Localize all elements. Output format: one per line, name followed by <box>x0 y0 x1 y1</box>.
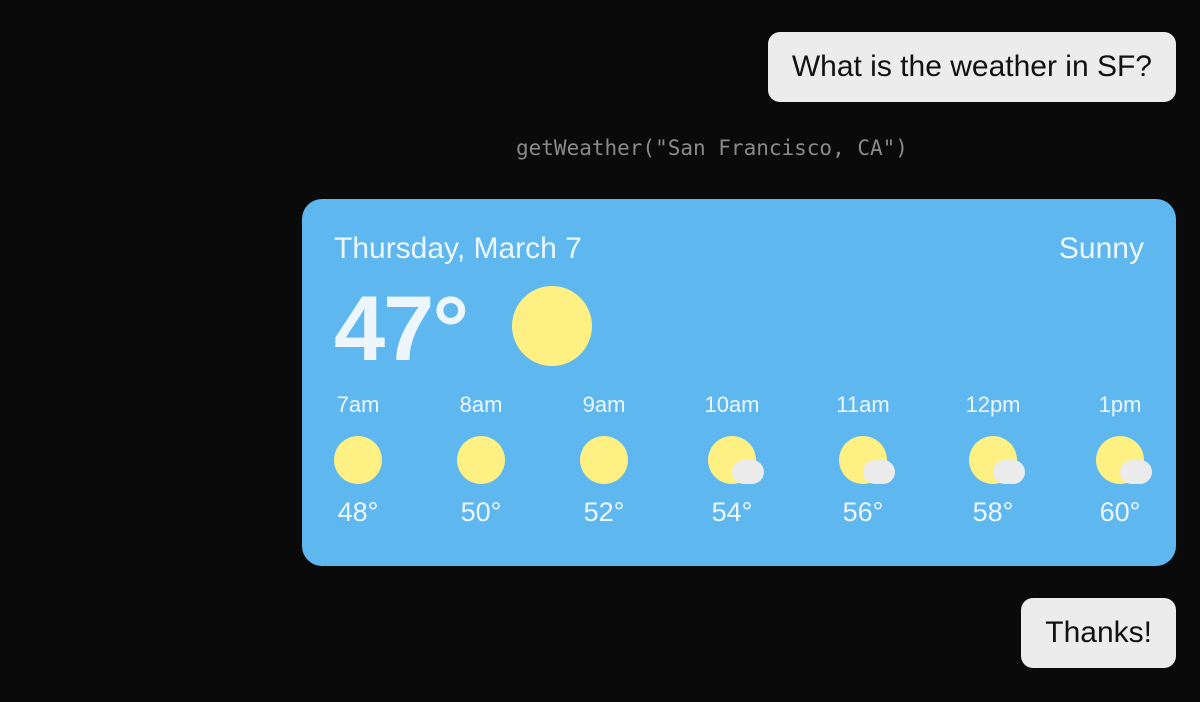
hourly-forecast-item: 12pm 58° <box>943 392 1043 528</box>
weather-card: Thursday, March 7 Sunny 47° 7am 48° 8am 5… <box>302 199 1176 566</box>
sun-icon <box>457 436 505 484</box>
sun-icon <box>457 436 505 484</box>
hour-temperature: 48° <box>337 497 379 527</box>
partly-cloudy-icon <box>839 436 895 484</box>
sun-icon <box>334 436 382 484</box>
user-message: Thanks! <box>1021 598 1176 668</box>
hourly-forecast-item: 10am 54° <box>682 392 782 528</box>
sun-icon <box>512 286 592 366</box>
hour-temperature: 60° <box>1099 497 1141 527</box>
hour-label: 8am <box>459 392 503 417</box>
hour-temperature: 54° <box>711 497 753 527</box>
hour-label: 11am <box>836 392 890 417</box>
cloud-icon <box>993 460 1025 484</box>
partly-cloudy-icon <box>969 436 1025 484</box>
hour-label: 12pm <box>965 392 1021 417</box>
sun-icon <box>580 436 628 484</box>
hour-temperature: 52° <box>583 497 625 527</box>
hourly-forecast-item: 9am 52° <box>554 392 654 528</box>
cloud-icon <box>732 460 764 484</box>
user-message: What is the weather in SF? <box>767 32 1176 102</box>
weather-condition: Sunny <box>1058 232 1144 265</box>
hour-temperature: 56° <box>842 497 884 527</box>
hour-temperature: 50° <box>460 497 502 527</box>
hourly-forecast-item: 1pm 60° <box>1070 392 1170 528</box>
hourly-forecast-item: 11am 56° <box>813 392 913 528</box>
weather-date: Thursday, March 7 <box>334 232 582 265</box>
hourly-forecast-item: 8am 50° <box>431 392 531 528</box>
current-temperature: 47° <box>334 278 469 380</box>
hour-temperature: 58° <box>972 497 1014 527</box>
hour-label: 10am <box>704 392 760 417</box>
cloud-icon <box>1120 460 1152 484</box>
hour-label: 9am <box>582 392 626 417</box>
hourly-forecast-item: 7am 48° <box>308 392 408 528</box>
hour-label: 1pm <box>1098 392 1142 417</box>
partly-cloudy-icon <box>1096 436 1152 484</box>
tool-call-text: getWeather("San Francisco, CA") <box>516 136 908 160</box>
cloud-icon <box>863 460 895 484</box>
sun-icon <box>580 436 628 484</box>
partly-cloudy-icon <box>708 436 764 484</box>
hour-label: 7am <box>336 392 380 417</box>
sun-icon <box>334 436 382 484</box>
